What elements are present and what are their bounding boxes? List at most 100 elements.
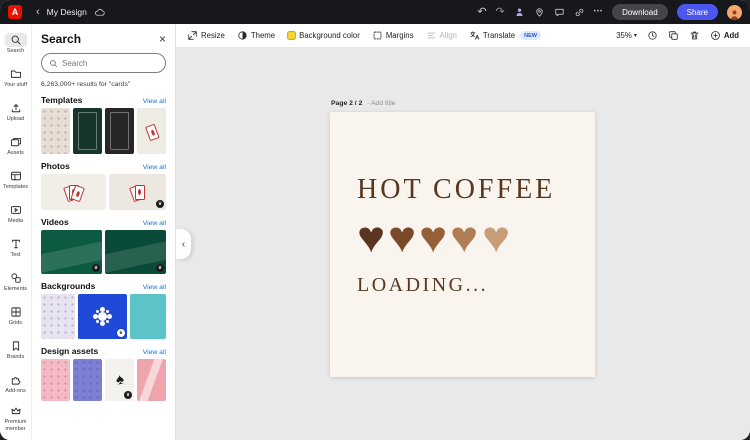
poster-frame (78, 112, 97, 150)
translate-button[interactable]: Translate NEW (469, 30, 541, 41)
redo-icon[interactable]: ↷ (496, 7, 505, 18)
page-indicator[interactable]: Page 2 / 2 - Add title (331, 100, 396, 107)
download-button[interactable]: Download (612, 4, 668, 20)
editor-toolbar: Resize Theme Background color Margins Al… (176, 24, 750, 48)
avatar-person-icon (729, 9, 740, 20)
view-all-link[interactable]: View all (143, 284, 166, 291)
template-thumbnail[interactable] (73, 108, 102, 154)
zoom-control[interactable]: 35% ▾ (616, 31, 637, 40)
view-all-link[interactable]: View all (143, 349, 166, 356)
view-all-link[interactable]: View all (143, 98, 166, 105)
panel-section-backgrounds: Backgrounds View all ♛ (41, 281, 166, 339)
template-thumbnail[interactable] (137, 108, 166, 154)
theme-button[interactable]: Theme (237, 30, 275, 41)
background-thumbnail[interactable] (41, 294, 75, 339)
heart-shape[interactable]: ♥ (450, 218, 478, 258)
grids-icon (10, 306, 22, 318)
document-title[interactable]: My Design (47, 7, 87, 17)
design-asset-thumbnail[interactable]: ♠ ♛ (105, 359, 134, 401)
sidebar-item-your-stuff[interactable]: Your stuff (0, 61, 32, 95)
translate-icon (469, 30, 480, 41)
premium-badge: ♛ (117, 329, 125, 337)
panel-collapse-button[interactable]: ‹ (176, 229, 191, 259)
background-color-swatch (287, 31, 296, 40)
resize-button[interactable]: Resize (187, 30, 225, 41)
assets-icon (10, 136, 22, 148)
premium-badge: ♛ (92, 264, 100, 272)
sidebar-item-templates[interactable]: Templates (0, 163, 32, 197)
view-all-link[interactable]: View all (143, 220, 166, 227)
close-icon[interactable]: × (159, 33, 166, 45)
duplicate-icon[interactable] (668, 30, 679, 41)
template-thumbnail[interactable] (41, 108, 70, 154)
link-icon[interactable] (574, 7, 585, 18)
upload-icon-wrap (5, 101, 27, 115)
sidebar-item-add-ons[interactable]: Add-ons (0, 367, 32, 401)
thumbnail-row: ♛ ♛ (41, 230, 166, 274)
background-thumbnail[interactable]: ♛ (78, 294, 127, 339)
brands-icon (10, 340, 22, 352)
pin-icon[interactable] (534, 7, 545, 18)
people-icon[interactable] (514, 7, 525, 18)
background-color-button[interactable]: Background color (287, 31, 360, 40)
more-options-icon[interactable]: ••• (594, 9, 603, 15)
design-page[interactable]: HOT COFFEE ♥ ♥ ♥ ♥ ♥ LOADING... (330, 112, 595, 377)
sidebar-item-search[interactable]: Search (0, 27, 32, 61)
design-title-text[interactable]: HOT COFFEE (357, 174, 595, 206)
sidebar-item-media[interactable]: Media (0, 197, 32, 231)
photo-thumbnail[interactable]: ♛ (109, 174, 166, 210)
section-header: Videos View all (41, 217, 166, 227)
sidebar-item-text[interactable]: Text (0, 231, 32, 265)
sidebar-item-brands[interactable]: Brands (0, 333, 32, 367)
add-title-hint[interactable]: - Add title (367, 100, 395, 107)
history-icon[interactable] (647, 30, 658, 41)
heart-shape[interactable]: ♥ (481, 218, 509, 258)
trash-icon[interactable] (689, 30, 700, 41)
add-button[interactable]: Add (710, 30, 739, 41)
sidebar-item-upload[interactable]: Upload (0, 95, 32, 129)
comment-icon[interactable] (554, 7, 565, 18)
undo-icon[interactable]: ↶ (477, 7, 486, 18)
chevron-left-icon[interactable]: ‹ (36, 7, 40, 18)
align-button[interactable]: Align (426, 30, 457, 41)
top-bar: A ‹ My Design ↶ ↷ ••• Download Share (0, 0, 750, 24)
design-asset-thumbnail[interactable] (73, 359, 102, 401)
section-title: Photos (41, 161, 70, 171)
plus-circle-icon (710, 30, 721, 41)
add-label: Add (724, 31, 739, 40)
media-icon-wrap (5, 203, 27, 217)
search-panel: Search × 6,263,000+ results for "cards" … (32, 24, 176, 440)
margins-button[interactable]: Margins (372, 30, 414, 41)
canvas-area[interactable]: Page 2 / 2 - Add title HOT COFFEE ♥ ♥ ♥ … (176, 48, 750, 440)
section-header: Backgrounds View all (41, 281, 166, 291)
cards-graphic (137, 108, 166, 154)
premium-crown-icon (10, 405, 22, 417)
sidebar-label: Premium member (1, 419, 31, 432)
heart-shape[interactable]: ♥ (357, 218, 385, 258)
video-thumbnail[interactable]: ♛ (105, 230, 166, 274)
sidebar-item-grids[interactable]: Grids (0, 299, 32, 333)
background-thumbnail[interactable] (130, 294, 166, 339)
adobe-express-logo[interactable]: A (8, 5, 22, 19)
loading-text[interactable]: LOADING... (357, 274, 595, 297)
add-ons-icon-wrap (5, 373, 27, 387)
share-button[interactable]: Share (677, 4, 718, 20)
hearts-row[interactable]: ♥ ♥ ♥ ♥ ♥ (358, 218, 595, 258)
page-number: Page 2 / 2 (331, 100, 362, 107)
heart-shape[interactable]: ♥ (388, 218, 416, 258)
user-avatar[interactable] (727, 5, 742, 20)
heart-shape[interactable]: ♥ (419, 218, 447, 258)
template-thumbnail[interactable] (105, 108, 134, 154)
view-all-link[interactable]: View all (143, 164, 166, 171)
design-asset-thumbnail[interactable] (41, 359, 70, 401)
sidebar-item-premium-member[interactable]: Premium member (0, 401, 32, 435)
sidebar-item-assets[interactable]: Assets (0, 129, 32, 163)
search-box[interactable] (41, 53, 166, 73)
video-thumbnail[interactable]: ♛ (41, 230, 102, 274)
design-asset-thumbnail[interactable] (137, 359, 166, 401)
search-input[interactable] (62, 59, 158, 68)
toolbar-label: Background color (299, 31, 360, 40)
sidebar-item-elements[interactable]: Elements (0, 265, 32, 299)
photo-thumbnail[interactable] (41, 174, 106, 210)
search-icon-wrap (5, 33, 27, 47)
